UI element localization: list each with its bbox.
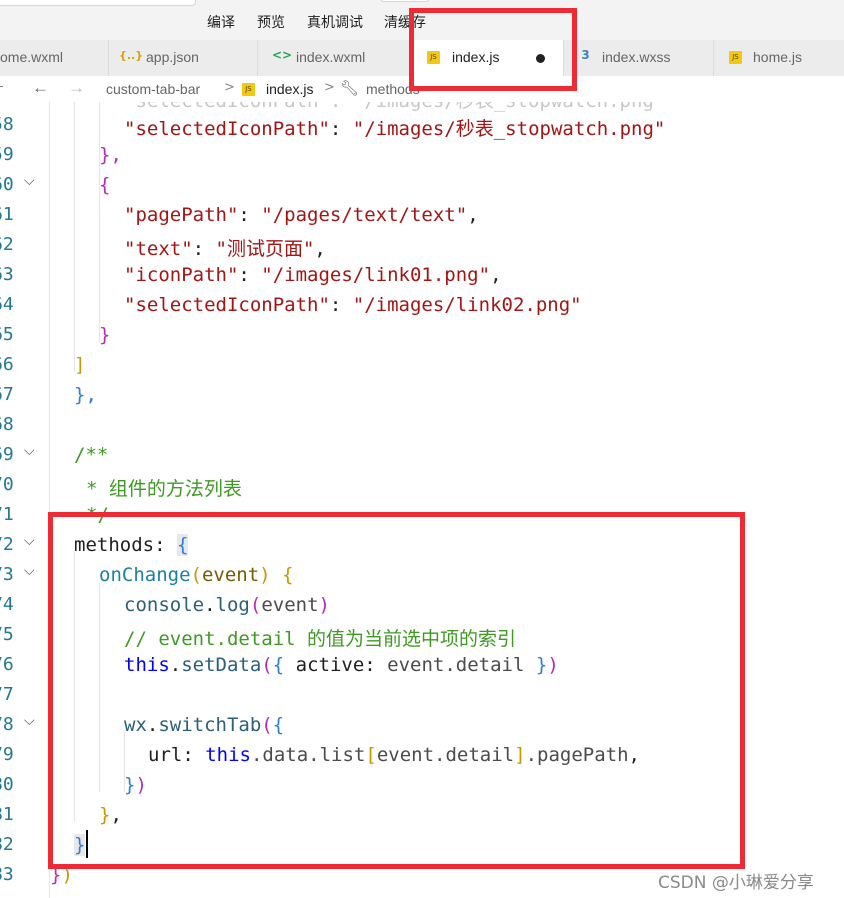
tab-label: home.js xyxy=(753,49,803,65)
code-text: } xyxy=(99,324,111,346)
line-number: 70 xyxy=(0,474,14,495)
chevron-down-icon[interactable]: ⌵ xyxy=(24,533,35,549)
line-number: 61 xyxy=(0,204,14,225)
forward-arrow-icon[interactable]: → xyxy=(68,78,85,98)
json-key: "iconPath" xyxy=(124,264,239,286)
code-line: 62 "text": "测试页面", xyxy=(0,228,844,260)
json-value: "/images/link02.png" xyxy=(352,294,582,316)
compile-button[interactable]: 编译 xyxy=(207,12,235,32)
line-number: 80 xyxy=(0,774,14,795)
line-number: 66 xyxy=(0,354,14,375)
line-number: 77 xyxy=(0,684,14,705)
line-number: 64 xyxy=(0,294,14,315)
search-input-value: ✓ xyxy=(3,0,15,3)
code-comment: /** xyxy=(74,444,109,466)
line-number: 72 xyxy=(0,534,14,555)
css-file-icon: 3 xyxy=(581,48,590,62)
line-number: 75 xyxy=(0,624,14,645)
json-key: "pagePath" xyxy=(124,204,239,226)
watermark: CSDN @小琳爱分享 xyxy=(658,873,814,893)
breadcrumb-folder[interactable]: custom-tab-bar xyxy=(106,81,200,97)
line-number: 68 xyxy=(0,414,14,435)
json-value: "/pages/text/text" xyxy=(261,204,468,226)
code-line: 68 xyxy=(0,408,844,438)
code-line: 65 } xyxy=(0,318,844,348)
code-line: 60 ⌵ { xyxy=(0,168,844,198)
js-file-icon: JS xyxy=(242,83,255,96)
chevron-down-icon[interactable]: ⌵ xyxy=(24,713,35,729)
code-line: 64 "selectedIconPath": "/images/link02.p… xyxy=(0,288,844,318)
code-line: 70 * 组件的方法列表 xyxy=(0,468,844,500)
search-input[interactable]: ✓ xyxy=(0,0,196,6)
tab-index-wxml[interactable]: <> index.wxml xyxy=(258,40,412,76)
chevron-down-icon[interactable]: ⌵ xyxy=(24,173,35,189)
remote-debug-button[interactable]: 真机调试 xyxy=(307,12,363,32)
breadcrumb-file[interactable]: index.js xyxy=(266,81,313,97)
highlight-box-active-tab xyxy=(409,8,577,91)
code-line: 58 "selectedIconPath": "/images/秒表_stopw… xyxy=(0,108,844,140)
line-number: 76 xyxy=(0,654,14,675)
line-number: 81 xyxy=(0,804,14,825)
line-number: 63 xyxy=(0,264,14,285)
line-number: 73 xyxy=(0,564,14,585)
tab-app-json[interactable]: {..} app.json xyxy=(109,40,258,76)
preview-button[interactable]: 预览 xyxy=(257,12,285,32)
tab-label: index.wxss xyxy=(602,49,671,65)
toolbar-dropdown[interactable] xyxy=(380,0,430,2)
code-line: 63 "iconPath": "/images/link01.png", xyxy=(0,258,844,288)
json-key: "text" xyxy=(124,238,193,260)
tab-label: index.wxml xyxy=(296,49,366,65)
json-value: "/images/秒表_stopwatch.png" xyxy=(352,118,666,140)
wxml-file-icon: <> xyxy=(272,48,293,62)
line-number: 82 xyxy=(0,834,14,855)
line-number: 79 xyxy=(0,744,14,765)
tab-home-wxml[interactable]: ome.wxml xyxy=(0,40,109,76)
line-number: 69 xyxy=(0,444,14,465)
chevron-down-icon[interactable]: ⌵ xyxy=(24,563,35,579)
code-line: 66 ] xyxy=(0,348,844,378)
breadcrumb-separator: > xyxy=(224,80,235,95)
line-number: 78 xyxy=(0,714,14,735)
code-line: 69 ⌵ /** xyxy=(0,438,844,468)
json-value: "测试页面" xyxy=(215,238,315,260)
tab-label: app.json xyxy=(146,49,199,65)
code-text: { xyxy=(99,174,111,196)
code-line: 59 }, xyxy=(0,138,844,168)
chevron-down-icon[interactable]: ⌵ xyxy=(24,443,35,459)
tab-home-js[interactable]: JS home.js xyxy=(714,40,844,76)
line-number: 67 xyxy=(0,384,14,405)
bookmark-icon[interactable]: ⌐ xyxy=(0,79,4,94)
line-number: 58 xyxy=(0,114,14,135)
code-line: 61 "pagePath": "/pages/text/text", xyxy=(0,198,844,228)
json-file-icon: {..} xyxy=(119,49,144,62)
line-number: 59 xyxy=(0,144,14,165)
json-value: "/images/link01.png" xyxy=(261,264,491,286)
code-line: 67 }, xyxy=(0,378,844,408)
line-number: 74 xyxy=(0,594,14,615)
json-key: "selectedIconPath" xyxy=(124,118,330,140)
back-arrow-icon[interactable]: ← xyxy=(32,78,49,98)
tab-label: ome.wxml xyxy=(0,49,64,65)
breadcrumb-separator: > xyxy=(324,80,335,95)
line-number: 83 xyxy=(0,864,14,885)
code-text: }, xyxy=(99,144,122,166)
line-number: 71 xyxy=(0,504,14,525)
highlight-box-methods xyxy=(48,512,745,869)
line-number: 60 xyxy=(0,174,14,195)
code-text: ] xyxy=(74,354,86,376)
js-file-icon: JS xyxy=(729,51,742,64)
code-text: }, xyxy=(74,384,97,406)
line-number: 65 xyxy=(0,324,14,345)
json-key: "selectedIconPath" xyxy=(124,294,330,316)
code-comment: * 组件的方法列表 xyxy=(86,478,242,500)
tab-index-wxss[interactable]: 3 index.wxss xyxy=(564,40,714,76)
wrench-icon: 🔧︎ xyxy=(340,80,360,97)
line-number: 62 xyxy=(0,234,14,255)
